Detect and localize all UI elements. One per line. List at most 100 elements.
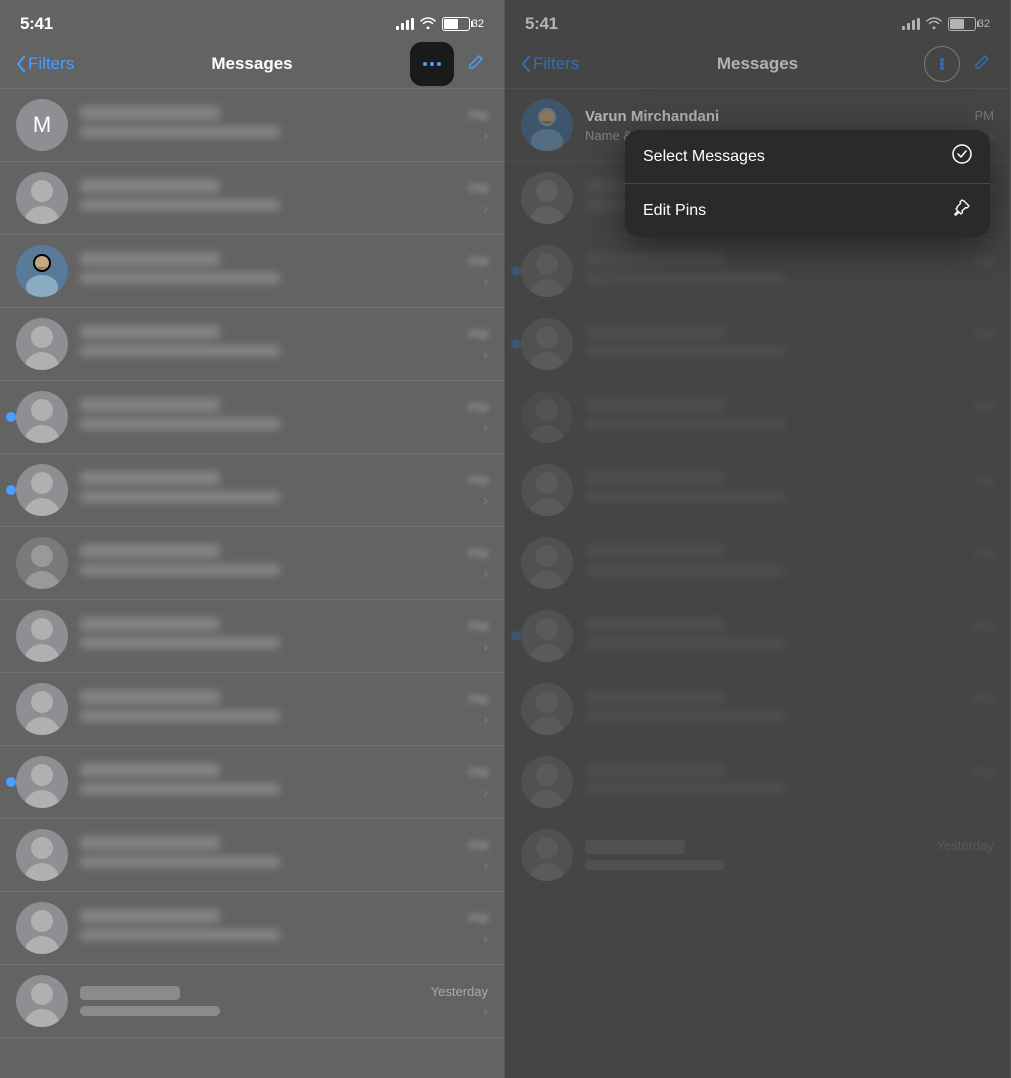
avatar <box>16 683 68 735</box>
message-text-blurred <box>80 710 280 722</box>
dropdown-menu: Select Messages Edit Pins <box>625 130 990 237</box>
message-text-blurred <box>80 418 280 430</box>
message-meta: PM › <box>975 473 995 508</box>
message-meta: PM › <box>975 692 995 727</box>
unread-dot-icon <box>6 777 16 787</box>
message-content <box>585 690 963 728</box>
message-name-blurred <box>585 617 725 631</box>
list-item-bottom[interactable]: Yesterday › <box>505 819 1010 892</box>
list-item[interactable]: PM › <box>0 381 504 454</box>
avatar <box>16 172 68 224</box>
bottom-bar-blurred <box>80 1006 220 1016</box>
list-item[interactable]: PM › <box>0 162 504 235</box>
message-text-blurred <box>585 637 785 649</box>
list-item[interactable]: PM › <box>505 673 1010 746</box>
list-item[interactable]: PM › <box>505 381 1010 454</box>
message-text-blurred <box>585 272 785 284</box>
message-meta: PM › <box>975 765 995 800</box>
avatar <box>16 902 68 954</box>
message-content <box>80 106 457 144</box>
message-name-blurred <box>585 763 725 777</box>
edit-pins-label: Edit Pins <box>643 202 706 220</box>
chevron-right-icon: › <box>483 638 488 654</box>
right-more-dots-icon <box>940 58 944 70</box>
edit-pins-item[interactable]: Edit Pins <box>625 184 990 237</box>
list-item[interactable]: PM › <box>505 308 1010 381</box>
message-content <box>80 179 457 217</box>
left-more-button[interactable] <box>410 42 454 86</box>
list-item[interactable]: PM › <box>0 600 504 673</box>
right-back-button[interactable]: Filters <box>521 54 579 74</box>
chevron-right-icon: › <box>989 784 994 800</box>
chevron-right-icon: › <box>483 127 488 143</box>
list-item[interactable]: M PM › <box>0 88 504 162</box>
right-phone-panel: 5:41 32 <box>505 0 1011 1078</box>
left-nav-title: Messages <box>211 54 292 74</box>
message-meta: PM › <box>469 254 489 289</box>
avatar <box>16 464 68 516</box>
list-item[interactable]: PM › <box>0 673 504 746</box>
list-item[interactable]: PM › <box>0 454 504 527</box>
chevron-right-icon: › <box>483 346 488 362</box>
left-message-list: M PM › PM › <box>0 88 504 1078</box>
avatar <box>521 756 573 808</box>
list-item[interactable]: PM › <box>505 600 1010 673</box>
varun-time: PM <box>975 108 995 123</box>
list-item[interactable]: PM › <box>505 235 1010 308</box>
message-content <box>80 398 457 436</box>
list-item[interactable]: PM › <box>0 235 504 308</box>
message-name-blurred <box>80 325 220 339</box>
message-content <box>80 986 419 1016</box>
list-item[interactable]: PM › <box>0 308 504 381</box>
left-battery-icon: 32 <box>442 17 484 31</box>
left-compose-button[interactable] <box>466 50 488 78</box>
message-meta: PM › <box>469 546 489 581</box>
list-item[interactable]: PM › <box>0 746 504 819</box>
avatar <box>16 756 68 808</box>
message-content <box>80 909 457 947</box>
message-content <box>585 617 963 655</box>
list-item[interactable]: PM › <box>0 527 504 600</box>
list-item[interactable]: PM › <box>505 454 1010 527</box>
message-meta: PM › <box>469 327 489 362</box>
chevron-right-icon: › <box>483 711 488 727</box>
avatar-varun <box>521 99 573 151</box>
list-item-bottom[interactable]: Yesterday › <box>0 965 504 1038</box>
message-meta: PM › <box>975 546 995 581</box>
list-item[interactable]: PM › <box>505 746 1010 819</box>
message-content <box>585 763 963 801</box>
bottom-bar-blurred <box>585 860 725 870</box>
list-item[interactable]: PM › <box>505 527 1010 600</box>
chevron-right-icon: › <box>989 200 994 216</box>
right-compose-button[interactable] <box>972 50 994 78</box>
left-nav-actions <box>410 42 488 86</box>
chevron-right-icon: › <box>989 857 994 873</box>
list-item[interactable]: PM › <box>0 892 504 965</box>
message-text-blurred <box>585 418 785 430</box>
unread-dot-icon <box>511 631 521 641</box>
message-text-blurred <box>585 710 785 722</box>
avatar <box>16 318 68 370</box>
select-messages-item[interactable]: Select Messages <box>625 130 990 184</box>
chevron-right-icon: › <box>483 784 488 800</box>
chevron-right-icon: › <box>989 127 994 143</box>
message-name-blurred <box>80 252 220 266</box>
list-item[interactable]: PM › <box>0 819 504 892</box>
left-signal-icon <box>396 18 414 30</box>
bottom-name-blurred <box>80 986 180 1000</box>
message-meta: PM › <box>469 692 489 727</box>
message-content <box>585 544 963 582</box>
message-content <box>80 471 457 509</box>
message-meta: PM › <box>975 619 995 654</box>
message-text-blurred <box>80 126 280 138</box>
chevron-right-icon: › <box>483 1003 488 1019</box>
message-content <box>80 252 457 290</box>
left-back-button[interactable]: Filters <box>16 54 74 74</box>
right-more-button[interactable] <box>924 46 960 82</box>
message-name-blurred <box>80 909 220 923</box>
unread-dot-icon <box>511 339 521 349</box>
bottom-name-blurred <box>585 840 685 854</box>
message-name-blurred <box>80 106 220 120</box>
message-meta: PM › <box>469 838 489 873</box>
message-text-blurred <box>585 345 785 357</box>
